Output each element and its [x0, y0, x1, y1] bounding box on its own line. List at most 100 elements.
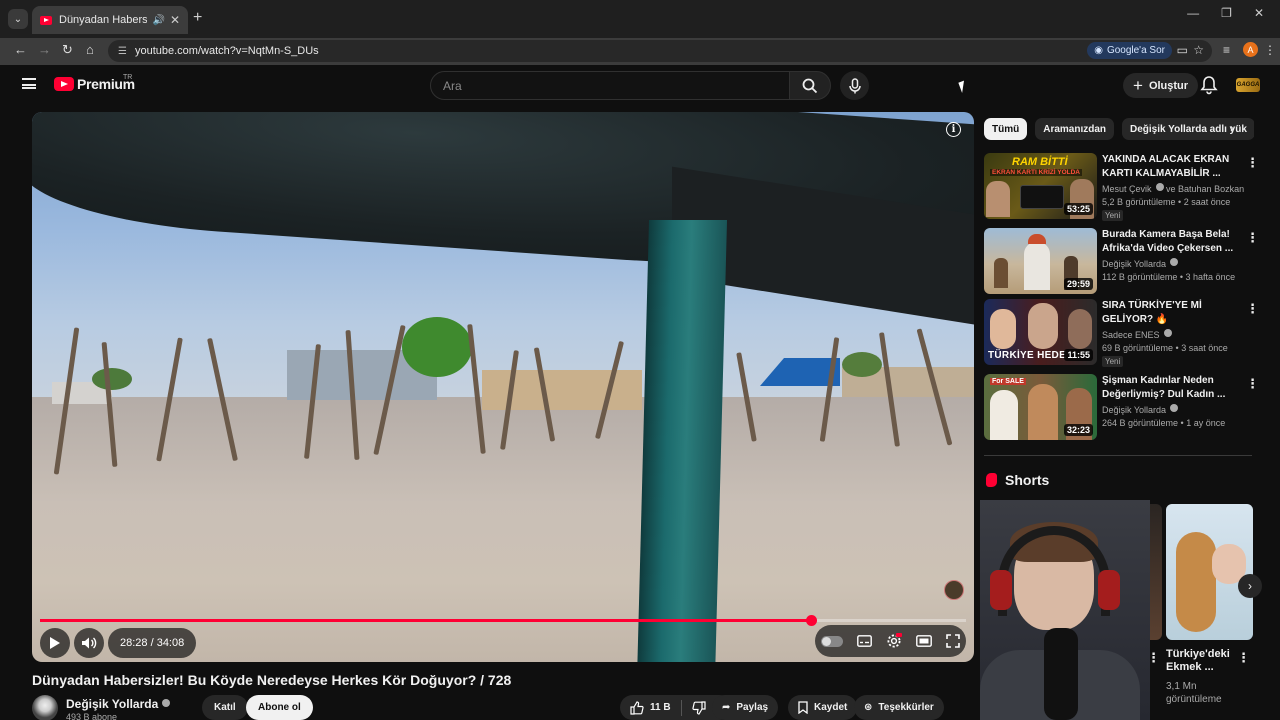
- mute-button[interactable]: [74, 628, 104, 658]
- new-tab-button[interactable]: +: [193, 9, 202, 27]
- more-options-icon[interactable]: ⋮: [1246, 155, 1259, 171]
- forward-icon[interactable]: →: [38, 42, 51, 57]
- window-controls: — ❐ ✕: [1187, 6, 1280, 20]
- subscriber-count: 493 B abone: [66, 712, 118, 720]
- address-bar[interactable]: ☰ youtube.com/watch?v=NqtMn-S_DUs: [108, 40, 1212, 62]
- recommendation-channel: Değişik Yollarda: [1102, 404, 1179, 415]
- channel-name: Değişik Yollarda: [66, 697, 159, 711]
- headset-earcup: [1098, 570, 1120, 610]
- close-tab-icon[interactable]: ✕: [170, 13, 180, 27]
- logo-region: TR: [123, 74, 133, 81]
- video-title: Dünyadan Habersizler! Bu Köyde Neredeyse…: [32, 672, 512, 688]
- cast-icon[interactable]: ▭: [1177, 43, 1188, 57]
- minimize-icon[interactable]: —: [1187, 6, 1199, 20]
- join-button[interactable]: Katıl: [202, 695, 248, 720]
- thumbnail-person: [990, 390, 1018, 440]
- thumbnail-person: [1068, 309, 1092, 349]
- tab-search-button[interactable]: ⌄: [8, 9, 28, 29]
- short-title-line: Ekmek ...: [1166, 661, 1214, 673]
- shorts-next-button[interactable]: ›: [1238, 574, 1262, 598]
- save-button[interactable]: Kaydet: [788, 695, 858, 720]
- short-title[interactable]: Türkiye'deki Ekmek ...: [1166, 648, 1230, 674]
- more-options-icon[interactable]: ⋮: [1246, 376, 1259, 392]
- recommendation-title[interactable]: YAKINDA ALACAK EKRAN KARTI KALMAYABİLİR …: [1102, 153, 1237, 181]
- dislike-thumb-icon[interactable]: [691, 700, 706, 715]
- recommendation-item[interactable]: 29:59 Burada Kamera Başa Bela! Afrika'da…: [984, 228, 1260, 294]
- more-options-icon[interactable]: ⋮: [1246, 301, 1259, 317]
- like-count: 11 B: [650, 702, 671, 713]
- time-display: 28:28 / 34:08: [108, 628, 197, 658]
- video-thumbnail[interactable]: TÜRKİYE HEDE 11:55: [984, 299, 1097, 365]
- video-thumbnail[interactable]: For SALE 32:23: [984, 374, 1097, 440]
- browser-profile-avatar[interactable]: A: [1243, 42, 1258, 57]
- create-label: Oluştur: [1148, 79, 1189, 92]
- channel-name-link[interactable]: Değişik Yollarda: [66, 697, 171, 711]
- recommendation-title[interactable]: SIRA TÜRKİYE'YE Mİ GELİYOR? 🔥: [1102, 299, 1237, 327]
- recommendation-item[interactable]: RAM BİTTİ EKRAN KARTI KRİZİ YOLDA 53:25 …: [984, 153, 1260, 221]
- browser-tabstrip: ⌄ Dünyadan Habersizler! Bu K 🔊 ✕ + — ❐ ✕: [0, 0, 1280, 38]
- play-button[interactable]: [40, 628, 70, 658]
- verified-badge-icon: [162, 699, 171, 707]
- bookmark-star-icon[interactable]: ☆: [1193, 43, 1204, 57]
- notifications-bell-icon[interactable]: [1200, 75, 1218, 95]
- plus-icon: +: [1133, 76, 1143, 95]
- reading-list-icon[interactable]: ≡: [1223, 43, 1230, 57]
- lens-icon: ◉: [1094, 45, 1103, 56]
- search-input[interactable]: [443, 78, 789, 93]
- recommendation-item[interactable]: For SALE 32:23 Şişman Kadınlar Neden Değ…: [984, 374, 1260, 440]
- thanks-button[interactable]: ⊛ Teşekkürler: [854, 695, 944, 720]
- info-icon[interactable]: i: [946, 122, 961, 137]
- back-icon[interactable]: ←: [14, 42, 27, 57]
- video-thumbnail[interactable]: 29:59: [984, 228, 1097, 294]
- more-options-icon[interactable]: ⋮: [1237, 650, 1250, 666]
- thumbnail-person: [990, 309, 1016, 349]
- subscribe-button[interactable]: Abone ol: [246, 695, 313, 720]
- like-thumb-icon[interactable]: [630, 700, 644, 715]
- create-button[interactable]: + Oluştur: [1123, 73, 1199, 98]
- chip-from-search[interactable]: Aramanızdan: [1035, 118, 1115, 140]
- progress-bar[interactable]: [40, 615, 966, 626]
- autoplay-toggle[interactable]: [821, 635, 843, 647]
- chip-all[interactable]: Tümü: [984, 118, 1028, 140]
- video-thumbnail[interactable]: RAM BİTTİ EKRAN KARTI KRİZİ YOLDA 53:25: [984, 153, 1097, 219]
- video-player[interactable]: i 28:28 / 34:08: [32, 112, 974, 662]
- recommendation-item[interactable]: TÜRKİYE HEDE 11:55 SIRA TÜRKİYE'YE Mİ GE…: [984, 299, 1260, 367]
- recommendation-channel: Sadece ENES: [1102, 329, 1172, 340]
- channel-avatar[interactable]: [32, 695, 58, 720]
- account-avatar[interactable]: GAGGA: [1236, 78, 1260, 92]
- thumbnail-person: [994, 258, 1008, 288]
- theater-mode-icon[interactable]: [916, 635, 932, 647]
- site-info-icon[interactable]: ☰: [118, 46, 127, 57]
- close-window-icon[interactable]: ✕: [1254, 6, 1264, 20]
- channel-name[interactable]: Sadece ENES: [1102, 330, 1160, 340]
- headset-earcup: [990, 570, 1012, 610]
- google-sor-button[interactable]: ◉ Google'a Sor: [1087, 42, 1172, 59]
- search-box: [430, 71, 790, 100]
- search-icon: [802, 78, 818, 93]
- more-options-icon[interactable]: ⋮: [1246, 230, 1259, 246]
- shorts-logo-icon: [986, 473, 997, 487]
- channel-name[interactable]: Mesut Çevik: [1102, 184, 1152, 194]
- video-frame-tree: [842, 352, 882, 377]
- search-button[interactable]: [789, 71, 831, 100]
- maximize-icon[interactable]: ❐: [1221, 6, 1232, 20]
- short-thumbnail[interactable]: [1166, 504, 1253, 640]
- browser-menu-icon[interactable]: ⋮: [1264, 43, 1276, 57]
- chip-from-channel[interactable]: Değişik Yollarda adlı yük: [1122, 118, 1254, 140]
- duration-badge: 29:59: [1063, 278, 1093, 290]
- menu-icon[interactable]: [22, 78, 36, 89]
- home-icon[interactable]: ⌂: [86, 42, 94, 57]
- share-button[interactable]: ➦ Paylaş: [712, 695, 779, 720]
- subtitles-icon[interactable]: [857, 635, 872, 647]
- video-frame-pole: [636, 220, 728, 662]
- speaker-icon[interactable]: 🔊: [152, 15, 164, 26]
- recommendation-title[interactable]: Şişman Kadınlar Neden Değerliymiş? Dul K…: [1102, 374, 1237, 402]
- settings-gear-icon[interactable]: [886, 633, 902, 649]
- browser-tab[interactable]: Dünyadan Habersizler! Bu K 🔊 ✕: [32, 6, 188, 34]
- channel-name[interactable]: Değişik Yollarda: [1102, 259, 1166, 269]
- chevron-right-icon[interactable]: ›: [1230, 121, 1234, 135]
- recommendation-title[interactable]: Burada Kamera Başa Bela! Afrika'da Video…: [1102, 228, 1237, 256]
- reload-icon[interactable]: ↻: [62, 42, 73, 58]
- channel-name[interactable]: Değişik Yollarda: [1102, 405, 1166, 415]
- voice-search-button[interactable]: [840, 71, 869, 100]
